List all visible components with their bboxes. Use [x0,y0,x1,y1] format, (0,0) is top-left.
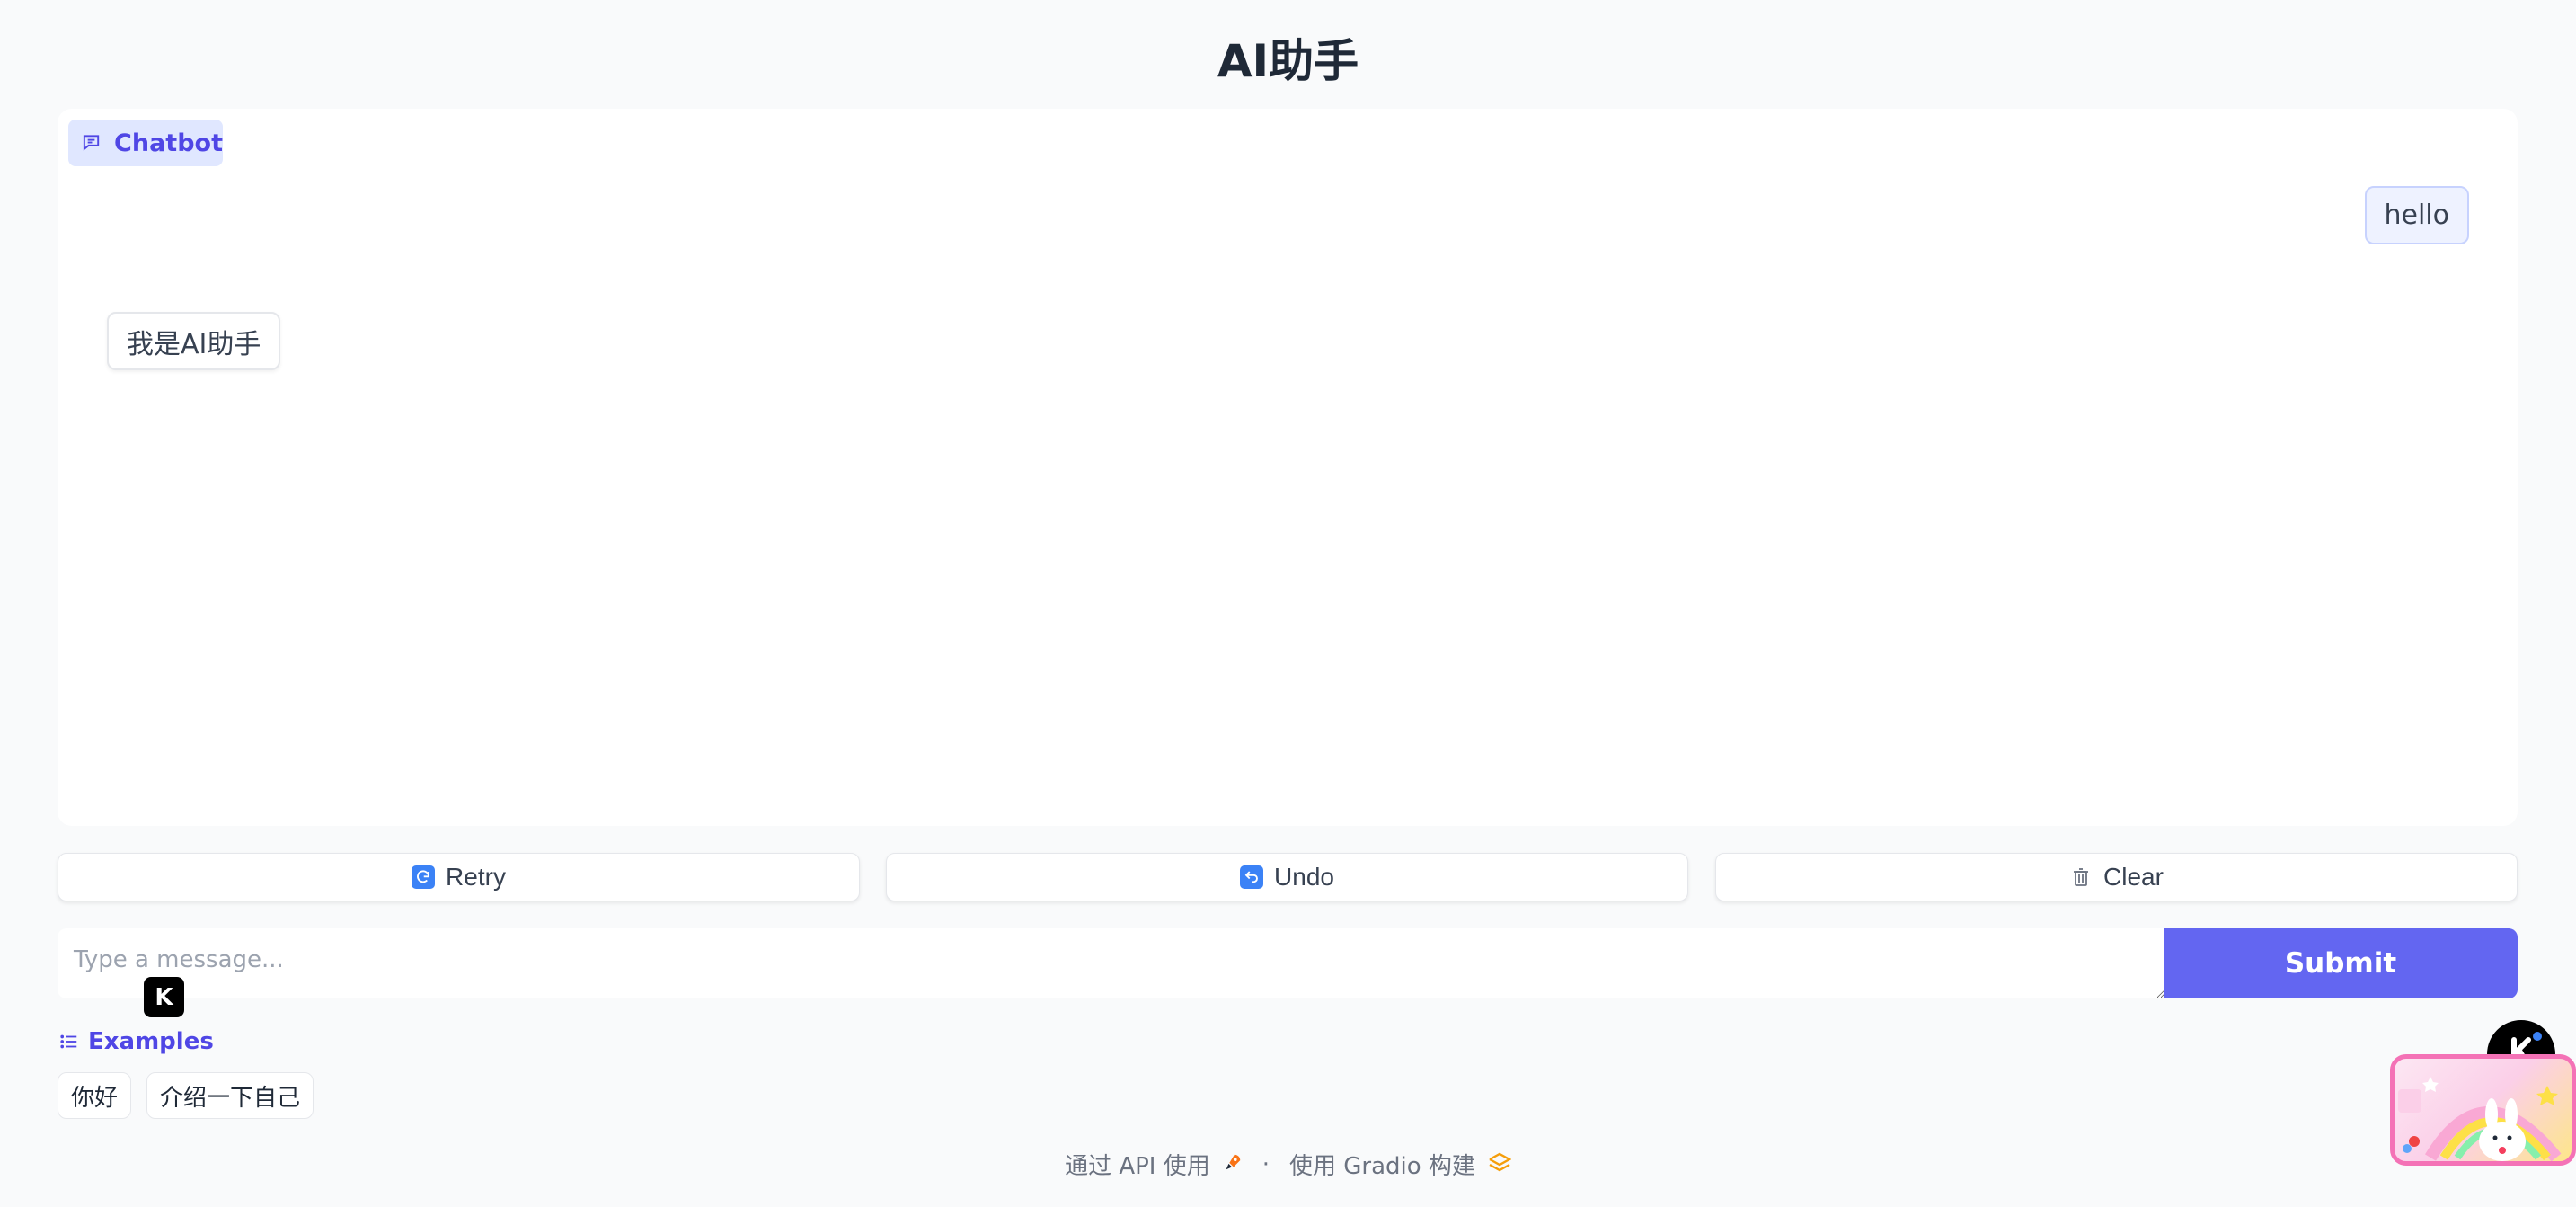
bot-message: 我是AI助手 [107,312,281,370]
clear-label: Clear [2103,863,2164,891]
gradio-logo-icon [1488,1151,1512,1178]
user-message: hello [2364,186,2469,244]
retry-button[interactable]: Retry [58,853,860,901]
k-extension-icon[interactable]: K [144,977,184,1017]
chatbot-label-text: Chatbot [114,129,223,157]
trash-icon [2069,865,2093,889]
sticker-image[interactable] [2390,1054,2576,1166]
submit-button[interactable]: Submit [2164,928,2518,998]
chatbot-panel: Chatbot hello 我是AI助手 [58,109,2518,826]
clear-button[interactable]: Clear [1715,853,2518,901]
undo-icon [1240,865,1264,889]
footer-separator: · [1261,1150,1270,1178]
footer: 通过 API 使用 · 使用 Gradio 构建 [0,1148,2576,1181]
examples-label: Examples [59,1028,214,1055]
page-title: AI助手 [1217,35,1359,87]
gradio-link[interactable]: 使用 Gradio 构建 [1289,1148,1475,1181]
retry-label: Retry [446,863,506,891]
example-chip[interactable]: 介绍一下自己 [146,1072,314,1119]
chatbot-label: Chatbot [68,120,223,166]
message-input[interactable] [58,928,2164,998]
examples-label-text: Examples [88,1028,214,1055]
api-link[interactable]: 通过 API 使用 [1065,1148,1210,1181]
retry-icon [412,865,436,889]
rocket-icon [1223,1151,1243,1178]
chat-icon [83,135,100,151]
message-input-wrapper [58,928,2164,998]
undo-label: Undo [1274,863,1334,891]
undo-button[interactable]: Undo [886,853,1688,901]
example-chip[interactable]: 你好 [58,1072,132,1119]
list-icon [60,1034,77,1049]
